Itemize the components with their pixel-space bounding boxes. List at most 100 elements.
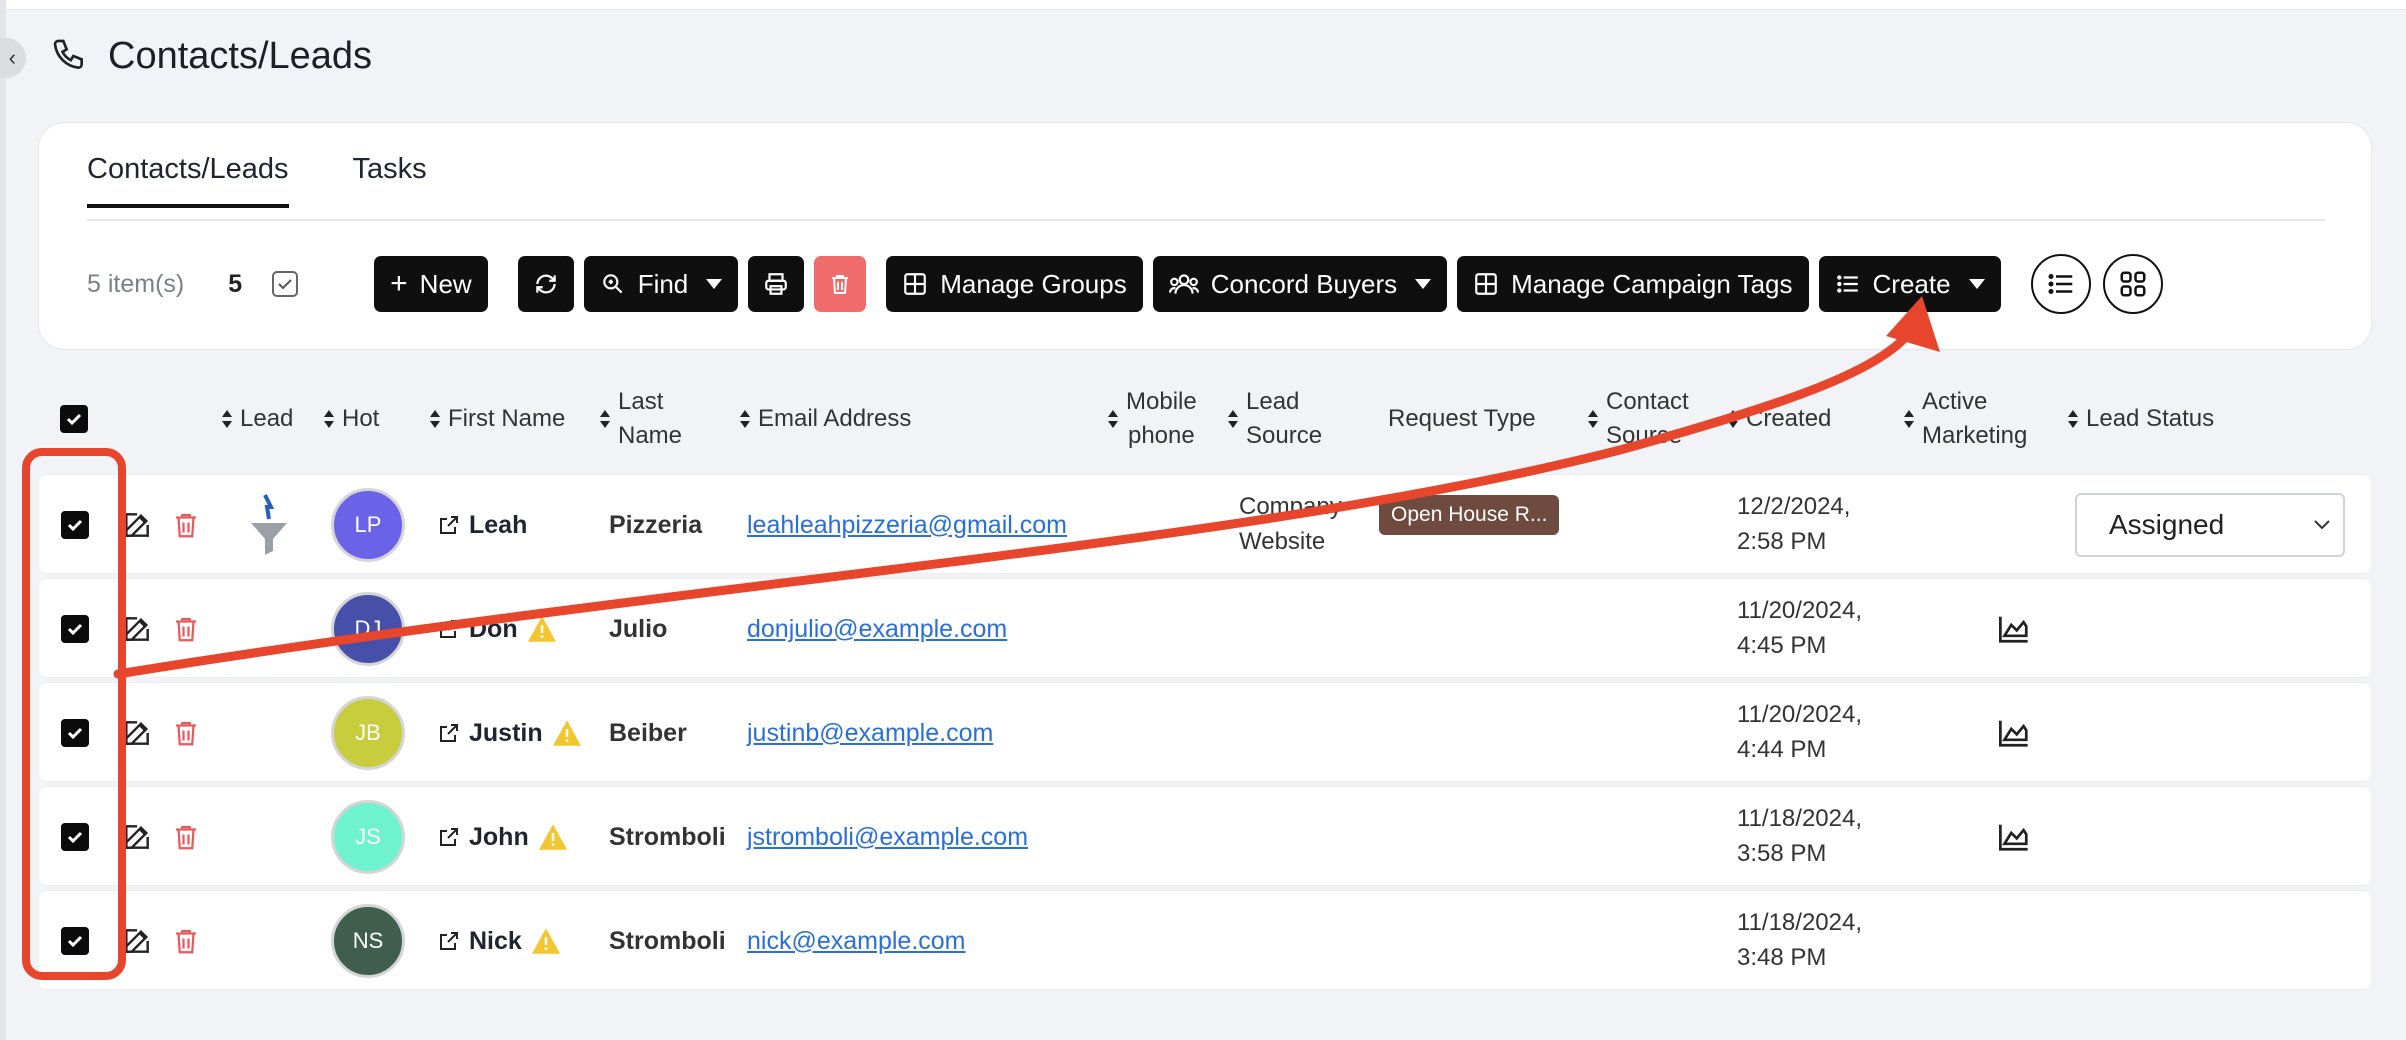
sort-icon: [324, 410, 334, 428]
list-view-button[interactable]: [2030, 254, 2091, 314]
plus-icon: +: [390, 267, 408, 300]
email-link[interactable]: donjulio@example.com: [747, 615, 1007, 644]
list-icon: [2048, 274, 2072, 294]
find-label: Find: [637, 268, 689, 299]
table-header: Lead Hot First Name Last Name Email Addre…: [38, 378, 2372, 460]
active-marketing-button[interactable]: [1997, 787, 2031, 887]
print-button[interactable]: [748, 256, 805, 312]
grid-view-button[interactable]: [2102, 254, 2163, 314]
email-link[interactable]: jstromboli@example.com: [747, 823, 1028, 852]
first-name-link[interactable]: John: [437, 823, 569, 852]
avatar-initials: JB: [355, 720, 381, 745]
concord-buyers-button[interactable]: Concord Buyers: [1152, 256, 1448, 312]
first-name: Don: [469, 614, 518, 643]
edit-button[interactable]: [121, 787, 153, 887]
created-time: 3:48 PM: [1737, 944, 1827, 971]
email-link[interactable]: nick@example.com: [747, 927, 966, 956]
delete-row-button[interactable]: [171, 891, 201, 991]
table-row[interactable]: LP Leah Pizzeria leahleahpizzeria@gmail.…: [38, 474, 2372, 574]
tab-contacts-leads[interactable]: Contacts/Leads: [87, 153, 289, 208]
manage-campaign-tags-button[interactable]: Manage Campaign Tags: [1457, 256, 1809, 312]
col-contact-source[interactable]: Contact Source: [1588, 378, 1689, 460]
col-first-name[interactable]: First Name: [430, 378, 565, 460]
sort-icon: [222, 410, 232, 428]
first-name-link[interactable]: Nick: [437, 927, 562, 956]
delete-button[interactable]: [814, 256, 867, 312]
created-date: 11/20/2024,: [1737, 701, 1863, 729]
lead-status-select[interactable]: Assigned: [2075, 493, 2345, 557]
manage-groups-button[interactable]: Manage Groups: [886, 256, 1143, 312]
external-link-icon: [440, 828, 458, 846]
row-checkbox[interactable]: [61, 823, 89, 851]
col-lead-source[interactable]: Lead Source: [1228, 378, 1322, 460]
col-email[interactable]: Email Address: [740, 378, 911, 460]
edit-button[interactable]: [121, 683, 153, 783]
tab-tasks[interactable]: Tasks: [353, 153, 427, 208]
delete-row-button[interactable]: [171, 579, 201, 679]
select-all-checkbox[interactable]: [60, 378, 88, 460]
edit-button[interactable]: [121, 579, 153, 679]
col-lead-label: Lead: [240, 405, 294, 433]
collapse-button[interactable]: ‹: [0, 38, 26, 78]
active-marketing-button[interactable]: [1997, 683, 2031, 783]
col-mobile-line2: phone: [1127, 422, 1195, 449]
page-title: Contacts/Leads: [108, 34, 373, 77]
delete-row-button[interactable]: [171, 475, 201, 575]
search-icon: [602, 274, 623, 294]
col-active-marketing[interactable]: Active Marketing: [1904, 378, 2027, 460]
chart-icon: [1999, 616, 2028, 643]
edit-button[interactable]: [121, 891, 153, 991]
new-button[interactable]: + New: [374, 256, 488, 312]
col-created[interactable]: Created: [1728, 378, 1831, 460]
sort-icon: [740, 410, 750, 428]
list-icon: [1836, 275, 1858, 293]
col-hot[interactable]: Hot: [324, 378, 379, 460]
edit-button[interactable]: [121, 475, 153, 575]
table-row[interactable]: JB Justin Beiber justinb@example.com 11/…: [38, 682, 2372, 782]
first-name: Justin: [469, 718, 543, 747]
page-header: Contacts/Leads: [50, 30, 372, 82]
delete-row-button[interactable]: [171, 787, 201, 887]
row-checkbox[interactable]: [61, 615, 89, 643]
select-all-toggle[interactable]: [272, 271, 299, 297]
col-lead-source-line1: Lead: [1246, 388, 1300, 416]
trash-icon: [832, 275, 849, 294]
find-button[interactable]: Find: [583, 256, 739, 312]
check-icon: [67, 831, 83, 844]
check-icon: [67, 519, 83, 532]
table-row[interactable]: DJ Don Julio donjulio@example.com 11/20/…: [38, 578, 2372, 678]
col-last-name[interactable]: Last Name: [600, 378, 682, 460]
last-name: Julio: [609, 614, 668, 643]
active-marketing-button[interactable]: [1997, 579, 2031, 679]
sort-icon: [430, 410, 440, 428]
caret-down-icon: [1968, 279, 1985, 289]
print-icon: [765, 273, 788, 295]
row-checkbox[interactable]: [61, 719, 89, 747]
email-link[interactable]: justinb@example.com: [747, 719, 993, 748]
items-count: 5 item(s): [87, 269, 185, 298]
col-lead-status[interactable]: Lead Status: [2068, 378, 2214, 460]
create-button[interactable]: Create: [1818, 256, 2001, 312]
col-contact-source-line1: Contact: [1606, 388, 1689, 416]
first-name-link[interactable]: Leah: [437, 511, 527, 540]
table-row[interactable]: NS Nick Stromboli nick@example.com 11/18…: [38, 890, 2372, 990]
chart-icon: [1999, 720, 2028, 747]
selected-count: 5: [228, 269, 243, 298]
check-icon: [278, 279, 292, 290]
row-checkbox[interactable]: [61, 511, 89, 539]
row-checkbox[interactable]: [61, 927, 89, 955]
col-active-marketing-line1: Active: [1922, 388, 1988, 416]
col-mobile-phone[interactable]: Mobile phone: [1108, 378, 1197, 460]
first-name-link[interactable]: Justin: [437, 719, 583, 748]
last-name: Beiber: [609, 718, 687, 747]
col-lead[interactable]: Lead: [222, 378, 293, 460]
check-icon: [67, 727, 83, 740]
warning-icon: [552, 720, 581, 746]
first-name-link[interactable]: Don: [437, 615, 558, 644]
table-row[interactable]: JS John Stromboli jstromboli@example.com…: [38, 786, 2372, 886]
email-link[interactable]: leahleahpizzeria@gmail.com: [747, 511, 1067, 540]
caret-down-icon: [1415, 279, 1432, 289]
refresh-button[interactable]: [517, 256, 574, 312]
col-request-type[interactable]: Request Type: [1388, 378, 1536, 460]
delete-row-button[interactable]: [171, 683, 201, 783]
